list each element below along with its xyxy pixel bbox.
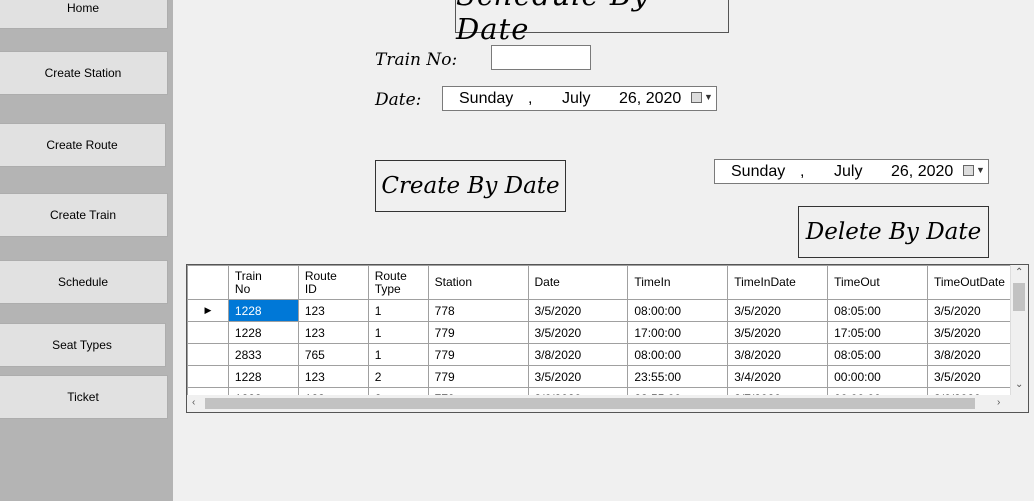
scroll-right-icon[interactable]: › <box>997 397 1000 408</box>
table-cell[interactable]: 1 <box>367 343 429 366</box>
sidebar-item-seat-types[interactable]: Seat Types <box>0 323 166 367</box>
table-cell[interactable]: 779 <box>427 321 529 344</box>
scroll-up-icon[interactable]: ⌃ <box>1015 267 1023 278</box>
column-header[interactable]: Route Type <box>367 265 429 300</box>
row-pointer-icon[interactable]: ▶ <box>187 299 229 322</box>
table-cell[interactable]: 779 <box>427 343 529 366</box>
sidebar-item-create-station[interactable]: Create Station <box>0 51 168 95</box>
sidebar-item-label: Ticket <box>67 390 99 404</box>
schedule-table: Train No Route ID Route Type Station Dat… <box>187 265 1028 410</box>
table-cell[interactable]: 08:00:00 <box>627 343 729 366</box>
sidebar-item-label: Home <box>66 0 99 15</box>
sidebar-item-label: Create Train <box>49 208 117 222</box>
table-cell[interactable]: 3/5/2020 <box>727 321 829 344</box>
vertical-scrollbar[interactable]: ⌃ ⌄ <box>1010 265 1028 395</box>
table-cell[interactable]: 08:05:00 <box>827 299 928 322</box>
date-daynum-year: 26, 2020 <box>619 90 682 107</box>
schedule-grid[interactable]: Train No Route ID Route Type Station Dat… <box>186 264 1029 413</box>
sidebar-item-label: Create Station <box>44 66 122 80</box>
table-cell[interactable]: 765 <box>297 343 369 366</box>
table-cell[interactable]: 1228 <box>227 321 299 344</box>
table-cell[interactable]: 3/4/2020 <box>727 365 829 388</box>
table-row[interactable]: ▶ 1228 123 1 778 3/5/2020 08:00:00 3/5/2020 08:0… <box>187 299 1028 322</box>
table-cell[interactable]: 123 <box>297 365 369 388</box>
table-cell[interactable]: 00:00:00 <box>827 365 928 388</box>
table-cell[interactable]: 17:05:00 <box>827 321 928 344</box>
table-cell[interactable]: 123 <box>297 299 369 322</box>
train-no-label: Train No: <box>375 50 458 70</box>
sidebar-item-label: Create Route <box>46 138 118 152</box>
table-cell[interactable]: 1228 <box>227 299 299 322</box>
sidebar-item-ticket[interactable]: Ticket <box>0 375 168 419</box>
date-daynum-year: 26, 2020 <box>891 163 954 180</box>
table-cell[interactable]: 08:00:00 <box>627 299 729 322</box>
scroll-down-icon[interactable]: ⌄ <box>1015 379 1023 390</box>
train-no-input[interactable] <box>491 45 591 70</box>
page-title: Schedule By Date <box>455 0 729 46</box>
table-cell[interactable]: 3/5/2020 <box>527 299 629 322</box>
row-header[interactable] <box>187 365 229 388</box>
column-header[interactable]: TimeOut <box>827 265 928 300</box>
table-cell[interactable]: 3/8/2020 <box>727 343 829 366</box>
row-header[interactable] <box>187 321 229 344</box>
table-row[interactable]: 2833 765 1 779 3/8/2020 08:00:00 3/8/2020 08:05… <box>187 343 1028 366</box>
sidebar-item-label: Seat Types <box>52 338 112 352</box>
table-cell[interactable]: 3/5/2020 <box>527 321 629 344</box>
delete-date-picker[interactable]: Sunday , July 26, 2020 ▼ <box>714 159 989 184</box>
date-month: July <box>834 163 863 180</box>
column-header[interactable]: TimeIn <box>627 265 729 300</box>
row-header-corner <box>187 265 229 300</box>
sidebar-item-create-train[interactable]: Create Train <box>0 193 168 237</box>
table-row[interactable]: 1228 123 2 779 3/5/2020 23:55:00 3/4/2020 00:00… <box>187 365 1028 388</box>
sidebar-item-create-route[interactable]: Create Route <box>0 123 166 167</box>
table-cell[interactable]: 2 <box>367 365 429 388</box>
date-month: July <box>562 90 591 107</box>
delete-by-date-button[interactable]: Delete By Date <box>798 206 989 258</box>
table-cell[interactable]: 3/5/2020 <box>527 365 629 388</box>
chevron-down-icon[interactable]: ▼ <box>704 92 713 102</box>
column-header[interactable]: Train No <box>227 265 299 300</box>
table-cell[interactable]: 17:00:00 <box>627 321 729 344</box>
sidebar-item-schedule[interactable]: Schedule <box>0 260 168 304</box>
calendar-icon[interactable] <box>963 165 974 176</box>
date-picker[interactable]: Sunday , July 26, 2020 ▼ <box>442 86 717 111</box>
column-header[interactable]: Date <box>527 265 629 300</box>
column-header[interactable]: TimeInDate <box>727 265 829 300</box>
table-cell[interactable]: 23:55:00 <box>627 365 729 388</box>
horizontal-scrollbar[interactable]: ‹ › <box>187 395 1011 412</box>
table-cell[interactable]: 1 <box>367 299 429 322</box>
table-cell[interactable]: 08:05:00 <box>827 343 928 366</box>
table-cell[interactable]: 779 <box>427 365 529 388</box>
calendar-icon[interactable] <box>691 92 702 103</box>
column-header[interactable]: Route ID <box>297 265 369 300</box>
scroll-thumb[interactable] <box>1013 283 1025 311</box>
table-cell[interactable]: 778 <box>427 299 529 322</box>
table-cell[interactable]: 3/8/2020 <box>527 343 629 366</box>
date-day: Sunday <box>731 163 786 180</box>
table-cell[interactable]: 1228 <box>227 365 299 388</box>
table-cell[interactable]: 1 <box>367 321 429 344</box>
date-day: Sunday <box>459 90 514 107</box>
table-cell[interactable]: 2833 <box>227 343 299 366</box>
row-header[interactable] <box>187 343 229 366</box>
sidebar-item-label: Schedule <box>57 275 109 289</box>
scroll-left-icon[interactable]: ‹ <box>192 397 195 408</box>
scrollbar-corner <box>1011 395 1028 412</box>
scroll-thumb[interactable] <box>205 398 975 409</box>
date-separator: , <box>528 90 533 107</box>
table-row[interactable]: 1228 123 1 779 3/5/2020 17:00:00 3/5/2020 17:05… <box>187 321 1028 344</box>
date-label: Date: <box>375 90 422 110</box>
chevron-down-icon[interactable]: ▼ <box>976 165 985 175</box>
sidebar-item-home[interactable]: Home <box>0 0 168 29</box>
header-row: Train No Route ID Route Type Station Dat… <box>187 265 1028 300</box>
table-cell[interactable]: 123 <box>297 321 369 344</box>
create-by-date-button[interactable]: Create By Date <box>375 160 566 212</box>
table-cell[interactable]: 3/5/2020 <box>727 299 829 322</box>
date-separator: , <box>800 163 805 180</box>
column-header[interactable]: Station <box>427 265 529 300</box>
sidebar: Home Create Station Create Route Create … <box>0 0 173 501</box>
